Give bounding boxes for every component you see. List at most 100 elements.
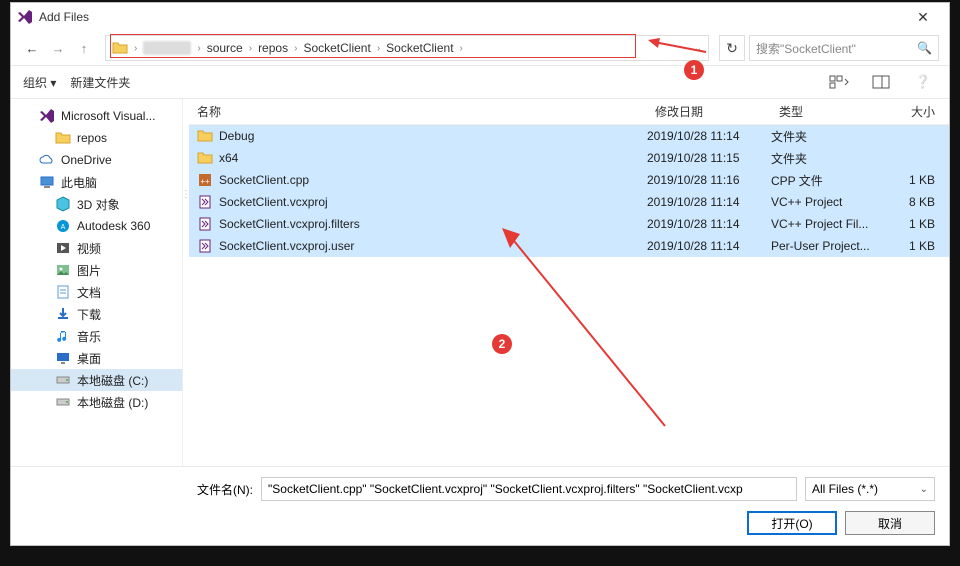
chevron-right-icon: › xyxy=(197,43,200,54)
cloud-icon xyxy=(39,152,55,168)
open-button[interactable]: 打开(O) xyxy=(747,511,837,535)
file-row[interactable]: ++ SocketClient.cpp 2019/10/28 11:16CPP 文件… xyxy=(189,169,949,191)
crumb-segment[interactable]: SocketClient xyxy=(386,41,453,55)
redacted-segment xyxy=(143,41,191,55)
tree-node[interactable]: 桌面 xyxy=(11,347,182,369)
close-button[interactable]: ✕ xyxy=(903,6,943,28)
col-size[interactable]: 大小 xyxy=(889,103,949,120)
nav-back-button[interactable]: ← xyxy=(21,37,43,59)
file-type: 文件夹 xyxy=(771,128,889,145)
organize-menu[interactable]: 组织 ▾ xyxy=(23,74,56,91)
cancel-button[interactable]: 取消 xyxy=(845,511,935,535)
tree-node[interactable]: 图片 xyxy=(11,259,182,281)
crumb-segment[interactable]: SocketClient xyxy=(303,41,370,55)
pc-icon xyxy=(39,174,55,190)
nav-up-button[interactable]: ↑ xyxy=(73,37,95,59)
tree-node[interactable]: 音乐 xyxy=(11,325,182,347)
disk-icon xyxy=(55,372,71,388)
filetype-filter[interactable]: All Files (*.*) ⌄ xyxy=(805,477,935,501)
nav-row: ← → ↑ › › source › repos › SocketClient … xyxy=(11,31,949,65)
chevron-right-icon: › xyxy=(377,43,380,54)
file-name: SocketClient.vcxproj xyxy=(219,195,328,209)
search-icon: 🔍 xyxy=(917,41,932,55)
breadcrumb-dropdown-icon[interactable]: ⌄ xyxy=(694,43,702,54)
file-name: SocketClient.cpp xyxy=(219,173,309,187)
proj-icon xyxy=(197,194,213,210)
tree-label: 桌面 xyxy=(77,350,101,367)
file-size: 1 KB xyxy=(889,173,949,187)
footer: 文件名(N): All Files (*.*) ⌄ 打开(O) 取消 xyxy=(11,466,949,545)
svg-text:++: ++ xyxy=(200,177,210,186)
cube-icon xyxy=(55,196,71,212)
refresh-button[interactable]: ↻ xyxy=(719,35,745,61)
view-options-icon[interactable] xyxy=(825,72,853,92)
chevron-right-icon: › xyxy=(249,43,252,54)
file-row[interactable]: SocketClient.vcxproj.filters 2019/10/28 1… xyxy=(189,213,949,235)
help-icon[interactable]: ❔ xyxy=(909,72,937,92)
vs-icon xyxy=(39,108,55,124)
cpp-icon: ++ xyxy=(197,172,213,188)
body: Microsoft Visual...reposOneDrive此电脑3D 对象… xyxy=(11,99,949,466)
tree-node[interactable]: 本地磁盘 (C:) xyxy=(11,369,182,391)
filename-label: 文件名(N): xyxy=(25,481,253,498)
file-date: 2019/10/28 11:14 xyxy=(647,217,771,231)
tree-node[interactable]: 此电脑 xyxy=(11,171,182,193)
file-date: 2019/10/28 11:14 xyxy=(647,195,771,209)
fld-icon xyxy=(197,150,213,166)
nav-tree[interactable]: Microsoft Visual...reposOneDrive此电脑3D 对象… xyxy=(11,99,183,466)
tree-node[interactable]: AAutodesk 360 xyxy=(11,215,182,237)
tree-node[interactable]: 3D 对象 xyxy=(11,193,182,215)
tree-label: 本地磁盘 (C:) xyxy=(77,372,148,389)
file-date: 2019/10/28 11:14 xyxy=(647,129,771,143)
new-folder-button[interactable]: 新建文件夹 xyxy=(70,74,130,91)
file-row[interactable]: Debug 2019/10/28 11:14文件夹 xyxy=(189,125,949,147)
column-headers[interactable]: 名称 修改日期 类型 大小 xyxy=(189,99,949,125)
file-row[interactable]: x642019/10/28 11:15文件夹 xyxy=(189,147,949,169)
fld-icon xyxy=(197,128,213,144)
chevron-right-icon: › xyxy=(294,43,297,54)
folder-icon xyxy=(112,40,128,56)
titlebar: Add Files ✕ xyxy=(11,3,949,31)
file-type: VC++ Project Fil... xyxy=(771,217,889,231)
doc-icon xyxy=(55,284,71,300)
tree-node[interactable]: Microsoft Visual... xyxy=(11,105,182,127)
file-name: SocketClient.vcxproj.user xyxy=(219,239,354,253)
file-size: 1 KB xyxy=(889,217,949,231)
preview-pane-icon[interactable] xyxy=(867,72,895,92)
crumb-segment[interactable]: repos xyxy=(258,41,288,55)
file-type: Per-User Project... xyxy=(771,239,889,253)
file-name: x64 xyxy=(219,151,238,165)
tree-node[interactable]: 视频 xyxy=(11,237,182,259)
breadcrumb-bar[interactable]: › › source › repos › SocketClient › Sock… xyxy=(105,35,709,61)
proj-icon xyxy=(197,216,213,232)
tree-node[interactable]: 下载 xyxy=(11,303,182,325)
file-type: VC++ Project xyxy=(771,195,889,209)
col-name[interactable]: 名称 xyxy=(189,103,647,120)
search-input[interactable]: 搜索"SocketClient" 🔍 xyxy=(749,35,939,61)
tree-node[interactable]: repos xyxy=(11,127,182,149)
file-date: 2019/10/28 11:16 xyxy=(647,173,771,187)
file-row[interactable]: SocketClient.vcxproj.user2019/10/28 11:1… xyxy=(189,235,949,257)
vid-icon xyxy=(55,240,71,256)
file-row[interactable]: SocketClient.vcxproj 2019/10/28 11:14VC++… xyxy=(189,191,949,213)
file-type: CPP 文件 xyxy=(771,172,889,189)
nav-forward-button[interactable]: → xyxy=(47,37,69,59)
tree-label: 图片 xyxy=(77,262,101,279)
chevron-right-icon: › xyxy=(134,43,137,54)
file-name: SocketClient.vcxproj.filters xyxy=(219,217,360,231)
search-placeholder: 搜索"SocketClient" xyxy=(756,40,856,57)
file-size: 8 KB xyxy=(889,195,949,209)
chevron-right-icon: › xyxy=(460,43,463,54)
mus-icon xyxy=(55,328,71,344)
col-date[interactable]: 修改日期 xyxy=(647,103,771,120)
file-name: Debug xyxy=(219,129,254,143)
tree-node[interactable]: 文档 xyxy=(11,281,182,303)
tree-node[interactable]: OneDrive xyxy=(11,149,182,171)
filename-input[interactable] xyxy=(261,477,797,501)
tree-node[interactable]: 本地磁盘 (D:) xyxy=(11,391,182,413)
col-type[interactable]: 类型 xyxy=(771,103,889,120)
crumb-segment[interactable]: source xyxy=(207,41,243,55)
proj-icon xyxy=(197,238,213,254)
img-icon xyxy=(55,262,71,278)
file-type: 文件夹 xyxy=(771,150,889,167)
